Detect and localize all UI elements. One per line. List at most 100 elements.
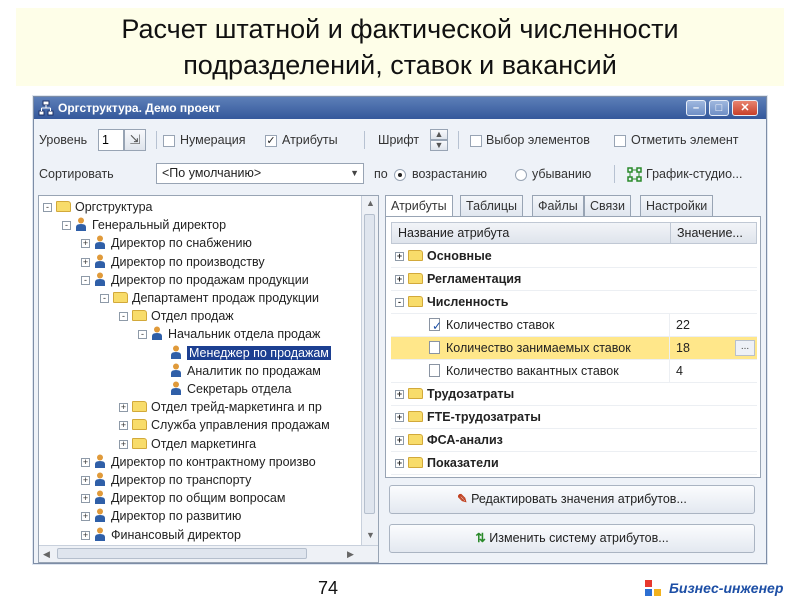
tree-item[interactable]: + Директор по развитию (81, 507, 241, 525)
expand-icon[interactable]: + (395, 275, 404, 284)
expand-icon[interactable]: + (395, 459, 404, 468)
mark-element-checkbox[interactable] (614, 135, 626, 147)
expand-icon[interactable]: + (81, 457, 90, 467)
maximize-button[interactable]: □ (709, 100, 729, 116)
scroll-down-icon[interactable]: ▼ (366, 530, 375, 540)
attribute-value[interactable]: 18 (669, 337, 690, 359)
org-tree[interactable]: - Оргструктура - Генеральный директор + Дирек… (38, 195, 379, 563)
expand-icon[interactable]: + (81, 476, 90, 485)
tab-2[interactable]: Файлы (532, 195, 584, 217)
expand-icon[interactable]: + (81, 512, 90, 522)
tree-item[interactable]: + Директор по производству (81, 253, 265, 271)
attribute-group-row[interactable]: + Регламентация (391, 268, 757, 291)
scroll-up-icon[interactable]: ▲ (366, 198, 375, 208)
tree-item[interactable]: + Директор по транспорту (81, 471, 251, 489)
expand-icon[interactable]: + (395, 413, 404, 422)
folder-icon (113, 292, 128, 303)
attribute-value[interactable]: 22 (669, 314, 690, 336)
ellipsis-button[interactable]: ... (735, 340, 755, 356)
tree-horizontal-scrollbar[interactable]: ◀ ▶ (39, 545, 378, 562)
expand-icon[interactable]: + (81, 530, 90, 540)
tab-4[interactable]: Настройки (640, 195, 714, 217)
chevron-down-icon[interactable]: ▼ (350, 164, 359, 183)
descending-radio[interactable] (515, 169, 527, 181)
col-name-header[interactable]: Название атрибута (392, 226, 509, 240)
numbering-checkbox[interactable] (163, 135, 175, 147)
tree-hscroll-thumb[interactable] (57, 548, 307, 559)
tree-item[interactable]: - Директор по продажам продукции (81, 271, 309, 289)
attribute-group-row[interactable]: + Показатели (391, 452, 757, 475)
collapse-icon[interactable]: - (100, 294, 109, 303)
scroll-right-icon[interactable]: ▶ (347, 549, 354, 560)
tree-item[interactable]: - Начальник отдела продаж (138, 325, 320, 343)
collapse-icon[interactable]: - (395, 298, 404, 307)
level-input[interactable]: 1 (98, 129, 124, 151)
tree-item[interactable]: + Финансовый директор (81, 526, 241, 544)
tree-item[interactable]: Менеджер по продажам (157, 344, 331, 362)
attribute-group-row[interactable]: - Численность (391, 291, 757, 314)
tab-1[interactable]: Таблицы (460, 195, 524, 217)
select-elements-label: Выбор элементов (486, 133, 590, 147)
edit-values-label: Редактировать значения атрибутов... (471, 492, 687, 506)
ascending-radio[interactable] (394, 169, 406, 181)
expand-icon[interactable]: + (81, 257, 90, 267)
attribute-row[interactable]: Количество вакантных ставок 4 (391, 360, 757, 383)
scroll-left-icon[interactable]: ◀ (43, 549, 50, 560)
attribute-group-row[interactable]: + FTE-трудозатраты (391, 406, 757, 429)
col-value-header[interactable]: Значение... (670, 223, 743, 243)
tree-item[interactable]: - Департамент продаж продукции (100, 289, 319, 307)
tree-item[interactable]: - Отдел продаж (119, 307, 234, 325)
font-up-icon[interactable]: ▲ (430, 129, 448, 140)
expand-icon[interactable]: + (81, 239, 90, 249)
tree-item[interactable]: - Оргструктура (43, 198, 152, 216)
chart-studio-button[interactable]: График-студио... (646, 167, 742, 181)
level-spinner-icon[interactable]: ⇲ (124, 129, 146, 151)
tree-item[interactable]: Аналитик по продажам (157, 362, 321, 380)
collapse-icon[interactable]: - (138, 330, 147, 340)
expand-icon[interactable]: + (395, 436, 404, 445)
expand-icon[interactable]: + (395, 390, 404, 399)
sort-combobox[interactable]: <По умолчанию> ▼ (156, 163, 364, 184)
attributes-checkbox[interactable]: ✓ (265, 135, 277, 147)
tree-vertical-scrollbar[interactable]: ▲ ▼ (361, 196, 378, 562)
attribute-value[interactable]: 4 (669, 360, 683, 382)
collapse-icon[interactable]: - (62, 221, 71, 231)
window-titlebar[interactable]: Оргструктура. Демо проект – □ ✕ (34, 97, 766, 119)
attribute-group-row[interactable]: + Основные (391, 245, 757, 268)
tab-3[interactable]: Связи (584, 195, 632, 217)
tree-item[interactable]: - Генеральный директор (62, 216, 226, 234)
expand-icon[interactable]: + (395, 252, 404, 261)
tree-item[interactable]: + Отдел маркетинга (119, 435, 256, 453)
select-elements-checkbox[interactable] (470, 135, 482, 147)
tree-item[interactable]: + Директор по контрактному произво (81, 453, 316, 471)
tab-0[interactable]: Атрибуты (385, 195, 453, 218)
tree-vscroll-thumb[interactable] (364, 214, 375, 514)
minimize-button[interactable]: – (686, 100, 706, 116)
change-attribute-system-button[interactable]: ⇅ Изменить систему атрибутов... (389, 524, 755, 553)
attribute-group-row[interactable]: + Трудозатраты (391, 383, 757, 406)
folder-icon (132, 437, 147, 449)
expand-icon[interactable]: + (119, 403, 128, 413)
tree-item[interactable]: + Служба управления продажам (119, 416, 330, 434)
attribute-row[interactable]: Количество занимаемых ставок 18... (391, 337, 757, 360)
close-button[interactable]: ✕ (732, 100, 758, 116)
expand-icon[interactable]: + (119, 421, 128, 431)
tree-item-label: Оргструктура (75, 200, 153, 214)
collapse-icon[interactable]: - (81, 275, 90, 285)
expand-icon[interactable]: + (119, 439, 128, 449)
collapse-icon[interactable]: - (43, 203, 52, 212)
tree-item[interactable]: Секретарь отдела (157, 380, 291, 398)
edit-attribute-values-button[interactable]: ✎ Редактировать значения атрибутов... (389, 485, 755, 514)
tree-item[interactable]: + Директор по общим вопросам (81, 489, 285, 507)
folder-icon (408, 273, 423, 284)
chart-studio-icon[interactable] (627, 167, 642, 182)
attribute-label: Количество ставок (446, 318, 555, 332)
tree-item[interactable]: + Отдел трейд-маркетинга и пр (119, 398, 322, 416)
font-down-icon[interactable]: ▼ (430, 140, 448, 151)
attribute-row[interactable]: ✓ Количество ставок 22 (391, 314, 757, 337)
collapse-icon[interactable]: - (119, 312, 128, 322)
tree-item[interactable]: + Директор по снабжению (81, 234, 252, 252)
attribute-group-row[interactable]: + ФСА-анализ (391, 429, 757, 452)
expand-icon[interactable]: + (81, 494, 90, 504)
person-icon (95, 272, 105, 286)
